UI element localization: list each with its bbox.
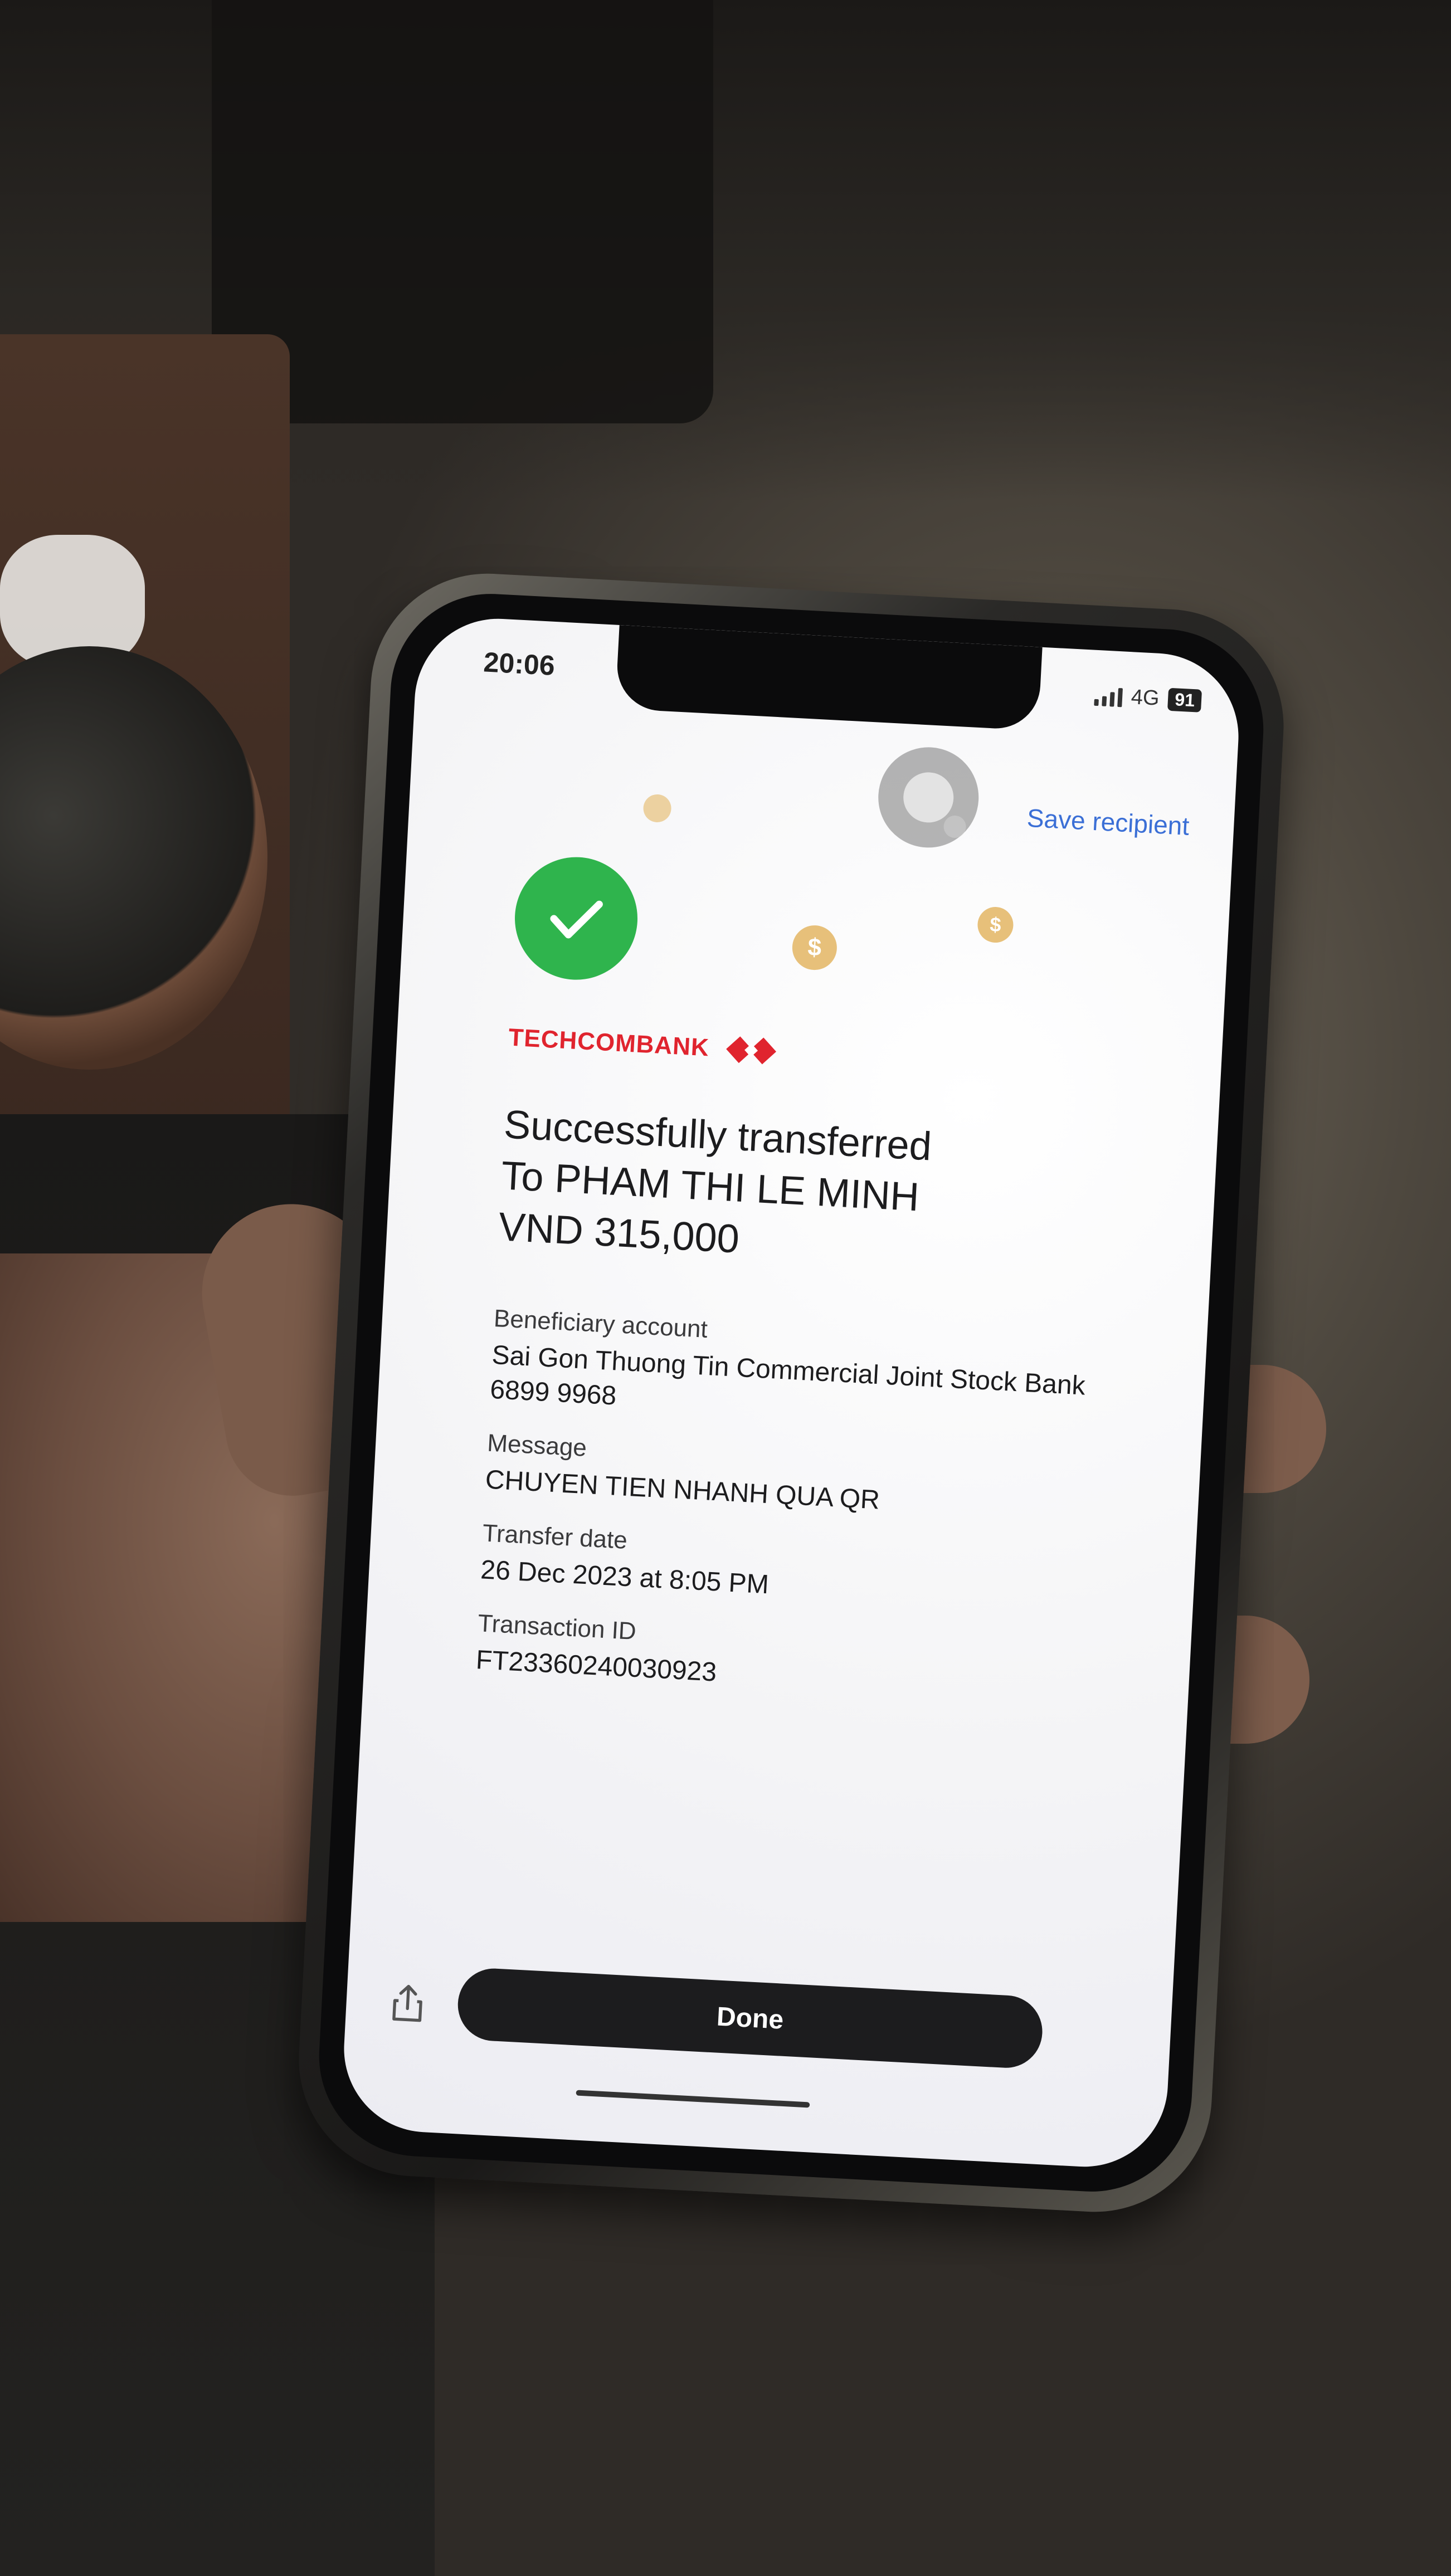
success-check-icon [512, 854, 641, 983]
signal-icon [1094, 685, 1123, 707]
phone: 20:06 4G 91 Save recipient $ $ TECHCOMBA [293, 568, 1290, 2218]
save-recipient-link[interactable]: Save recipient [1026, 803, 1190, 841]
dollar-coin-icon: $ [791, 924, 838, 972]
dollar-coin-icon: $ [976, 906, 1015, 944]
techcombank-logo-icon [726, 1036, 776, 1065]
battery-icon: 91 [1167, 687, 1202, 713]
status-indicators: 4G 91 [1094, 684, 1202, 713]
transfer-details: Beneficiary account Sai Gon Thuong Tin C… [475, 1305, 1134, 1711]
share-icon[interactable] [384, 1979, 431, 2026]
phone-screen: 20:06 4G 91 Save recipient $ $ TECHCOMBA [339, 614, 1243, 2171]
bank-name: TECHCOMBANK [508, 1023, 710, 1062]
photo-scene: 20:06 4G 91 Save recipient $ $ TECHCOMBA [0, 0, 1451, 2576]
assistive-touch-button[interactable] [875, 744, 981, 851]
network-type: 4G [1130, 685, 1160, 710]
home-indicator[interactable] [576, 2090, 810, 2108]
check-mark-icon [550, 900, 603, 939]
status-time: 20:06 [483, 646, 556, 681]
coin-icon [642, 793, 672, 823]
done-button[interactable]: Done [456, 1967, 1044, 2070]
transfer-headline: Successfully transferred To PHAM THI LE … [497, 1099, 1117, 1284]
bank-brand: TECHCOMBANK [508, 1021, 777, 1069]
